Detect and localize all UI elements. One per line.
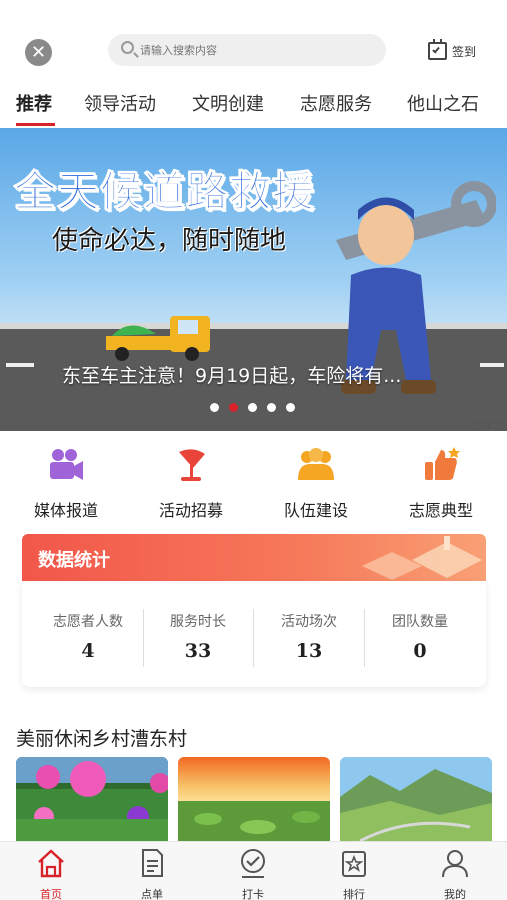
stat-activities: 活动场次 13: [254, 611, 364, 662]
bottom-nav: 首页 点单 打卡 排行 我的: [0, 841, 507, 900]
nav-label: 点单: [141, 888, 163, 900]
banner-caption[interactable]: 东至车主注意！9月19日起，车险将有...: [62, 361, 401, 388]
nav-label: 打卡: [242, 888, 264, 900]
home-icon: [38, 849, 64, 878]
quick-item-model[interactable]: 志愿典型: [386, 446, 496, 521]
checkin-label: 签到: [452, 44, 477, 59]
nav-label: 排行: [343, 888, 365, 900]
stat-volunteers: 志愿者人数 4: [33, 611, 143, 662]
camera-icon: [50, 449, 83, 480]
stats-header: 数据统计: [22, 534, 486, 581]
stats-heading: 数据统计: [38, 550, 110, 571]
quick-menu: 媒体报道 活动招募 队伍建设 志愿典型: [0, 446, 507, 521]
thumbs-up-icon: [425, 447, 460, 480]
quick-item-label: 媒体报道: [33, 501, 98, 520]
stat-label: 志愿者人数: [53, 614, 123, 630]
search-icon: [121, 41, 134, 54]
carousel-dot[interactable]: [267, 403, 276, 412]
flag-icon: [179, 449, 205, 481]
search-bar[interactable]: [108, 34, 386, 66]
tab-leader-activities[interactable]: 领导活动: [84, 90, 156, 116]
stat-value: 13: [295, 640, 323, 662]
checkin-button[interactable]: 签到: [428, 39, 477, 62]
stat-value: 4: [81, 640, 95, 662]
ranking-icon: [342, 851, 366, 877]
stat-label: 活动场次: [281, 614, 337, 630]
tab-recommend[interactable]: 推荐: [16, 90, 52, 116]
nav-checkin[interactable]: 打卡: [213, 847, 293, 900]
quick-item-recruit[interactable]: 活动招募: [136, 446, 246, 521]
category-tabs: 推荐 领导活动 文明创建 志愿服务 他山之石: [0, 90, 507, 128]
nav-profile[interactable]: 我的: [415, 847, 495, 900]
banner-title: 全天候道路救援: [13, 167, 316, 217]
header: ✕ 签到: [0, 0, 507, 78]
tab-volunteer-service[interactable]: 志愿服务: [300, 90, 372, 116]
carousel-dot[interactable]: [210, 403, 219, 412]
tow-truck-illustration: [106, 316, 210, 361]
tab-civilization[interactable]: 文明创建: [192, 90, 264, 116]
stat-service-hours: 服务时长 33: [143, 611, 253, 662]
tab-other-mountains[interactable]: 他山之石: [407, 90, 479, 116]
nav-order[interactable]: 点单: [112, 847, 192, 900]
section-title: 美丽休闲乡村漕东村: [16, 728, 188, 750]
lotus-pond-photo[interactable]: [178, 757, 330, 841]
quick-item-label: 志愿典型: [408, 501, 473, 520]
user-icon: [442, 850, 468, 878]
stat-label: 团队数量: [392, 614, 448, 630]
stats-card: 志愿者人数 4 服务时长 33 活动场次 13 团队数量 0: [22, 581, 486, 687]
carousel-indicator: [210, 403, 305, 413]
order-icon: [142, 849, 163, 877]
stat-value: 33: [184, 640, 212, 662]
mechanic-mascot-illustration: [336, 181, 496, 394]
quick-item-media[interactable]: 媒体报道: [11, 446, 121, 521]
quick-item-team[interactable]: 队伍建设: [261, 446, 371, 521]
banner-subtitle: 使命必达，随时随地: [52, 226, 287, 256]
carousel-dot[interactable]: [286, 403, 295, 412]
nav-label: 我的: [444, 888, 466, 900]
quick-item-label: 活动招募: [158, 501, 223, 520]
search-input[interactable]: [140, 34, 370, 66]
stats-decoration-icon: [362, 536, 482, 580]
team-icon: [298, 448, 334, 480]
banner-watermark: 汽车之: [473, 421, 503, 431]
carousel-dot-active[interactable]: [229, 403, 238, 412]
nav-ranking[interactable]: 排行: [314, 847, 394, 900]
village-photo[interactable]: [16, 757, 168, 841]
photo-row: [16, 757, 507, 841]
nav-label: 首页: [40, 888, 62, 900]
stat-teams: 团队数量 0: [365, 611, 475, 662]
tab-active-indicator: [16, 123, 55, 126]
banner-carousel[interactable]: 全天候道路救援 使命必达，随时随地 东至车主注意！9月19日起，车险将有... …: [0, 128, 507, 431]
stat-label: 服务时长: [170, 614, 226, 630]
nav-home[interactable]: 首页: [11, 847, 91, 900]
quick-item-label: 队伍建设: [283, 501, 348, 520]
valley-photo[interactable]: [340, 757, 492, 841]
calendar-check-icon: [428, 39, 447, 60]
carousel-dot[interactable]: [248, 403, 257, 412]
stat-value: 0: [413, 640, 427, 662]
close-icon[interactable]: ✕: [25, 39, 52, 66]
check-in-icon: [241, 849, 265, 878]
